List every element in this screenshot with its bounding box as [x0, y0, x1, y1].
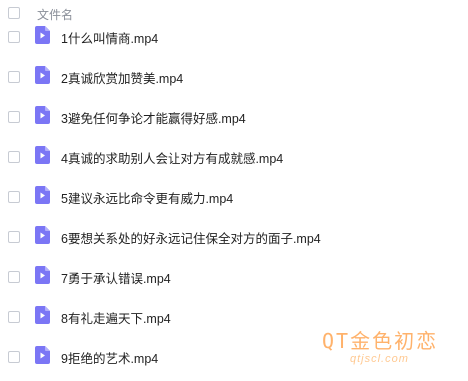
video-file-icon: [35, 146, 50, 164]
file-row-checkbox[interactable]: [8, 71, 20, 83]
file-row-checkbox[interactable]: [8, 231, 20, 243]
file-row-checkbox[interactable]: [8, 351, 20, 363]
file-row[interactable]: 3避免任何争论才能赢得好感.mp4: [0, 103, 468, 131]
file-row-checkbox[interactable]: [8, 311, 20, 323]
file-row-checkbox[interactable]: [8, 151, 20, 163]
video-file-icon: [35, 106, 50, 124]
file-row[interactable]: 7勇于承认错误.mp4: [0, 263, 468, 291]
file-name[interactable]: 6要想关系处的好永远记住保全对方的面子.mp4: [61, 228, 321, 247]
select-all-checkbox[interactable]: [8, 7, 20, 19]
video-file-icon: [35, 226, 50, 244]
file-row[interactable]: 5建议永远比命令更有威力.mp4: [0, 183, 468, 211]
video-file-icon: [35, 26, 50, 44]
file-row[interactable]: 1什么叫情商.mp4: [0, 23, 468, 51]
video-file-icon: [35, 346, 50, 364]
file-name[interactable]: 1什么叫情商.mp4: [61, 28, 158, 47]
file-row-checkbox[interactable]: [8, 191, 20, 203]
file-row[interactable]: 6要想关系处的好永远记住保全对方的面子.mp4: [0, 223, 468, 251]
file-row[interactable]: 4真诚的求助别人会让对方有成就感.mp4: [0, 143, 468, 171]
video-file-icon: [35, 306, 50, 324]
file-row[interactable]: 2真诚欣赏加赞美.mp4: [0, 63, 468, 91]
file-row-checkbox[interactable]: [8, 271, 20, 283]
file-name[interactable]: 2真诚欣赏加赞美.mp4: [61, 68, 183, 87]
watermark-logo: QT金色初恋 qtjscl.com: [322, 325, 462, 375]
file-name[interactable]: 4真诚的求助别人会让对方有成就感.mp4: [61, 148, 283, 167]
video-file-icon: [35, 186, 50, 204]
file-name[interactable]: 3避免任何争论才能赢得好感.mp4: [61, 108, 246, 127]
file-row-checkbox[interactable]: [8, 31, 20, 43]
video-file-icon: [35, 266, 50, 284]
file-name[interactable]: 7勇于承认错误.mp4: [61, 268, 171, 287]
file-name[interactable]: 9拒绝的艺术.mp4: [61, 348, 158, 367]
column-title-filename: 文件名: [37, 8, 74, 22]
video-file-icon: [35, 66, 50, 84]
file-row-checkbox[interactable]: [8, 111, 20, 123]
file-name[interactable]: 8有礼走遍天下.mp4: [61, 308, 171, 327]
watermark-sub-text: qtjscl.com: [350, 353, 409, 365]
watermark-main-text: QT金色初恋: [322, 329, 439, 353]
file-name[interactable]: 5建议永远比命令更有威力.mp4: [61, 188, 233, 207]
